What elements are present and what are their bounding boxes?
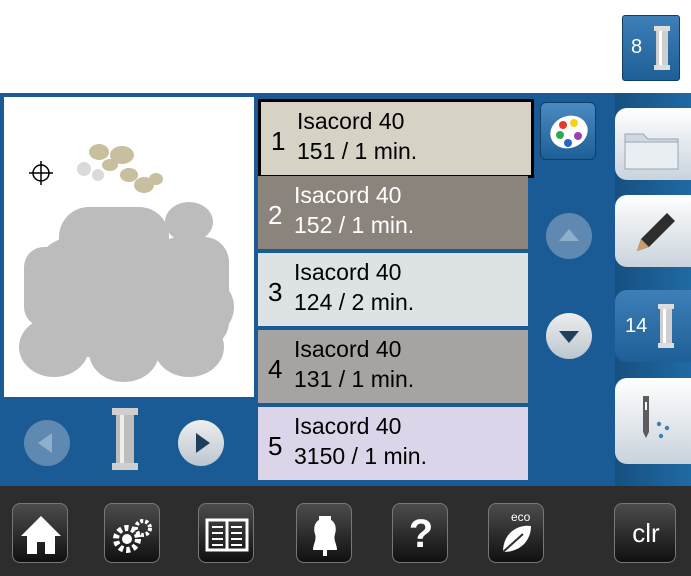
pencil-icon (637, 213, 675, 251)
thread-index: 5 (268, 431, 283, 461)
thread-row-4[interactable]: 4 Isacord 40 131 / 1 min. (258, 330, 528, 403)
thread-detail: 151 / 1 min. (297, 138, 418, 164)
thread-detail: 124 / 2 min. (294, 289, 415, 315)
thread-count-label: 14 (625, 315, 648, 337)
thread-brand: Isacord 40 (294, 259, 402, 285)
thread-detail: 131 / 1 min. (294, 366, 415, 392)
dress-form-icon (313, 516, 337, 556)
thread-detail: 152 / 1 min. (294, 212, 415, 238)
folder-icon (624, 133, 679, 170)
arrow-right-icon (196, 433, 210, 453)
spool-icon (658, 304, 674, 348)
arrow-down-icon (559, 331, 579, 343)
embroidery-design-image (19, 144, 234, 382)
scroll-up-button[interactable] (546, 213, 592, 259)
crosshair-icon (29, 161, 53, 185)
clear-button[interactable]: clr (614, 503, 676, 563)
spool-icon (654, 26, 670, 70)
thread-brand: Isacord 40 (294, 413, 402, 439)
clr-label: clr (632, 518, 660, 548)
home-icon (21, 516, 61, 554)
thread-spool-button[interactable]: 8 (622, 15, 680, 81)
arrow-up-icon (559, 229, 579, 241)
thread-index: 2 (268, 200, 283, 230)
tab-thread-colors[interactable]: 14 (615, 290, 691, 362)
help-button[interactable]: ? (392, 503, 448, 563)
arrow-left-icon (38, 433, 52, 453)
previous-color-button[interactable] (24, 420, 70, 466)
gear-icon (113, 519, 152, 553)
thread-row-3[interactable]: 3 Isacord 40 124 / 2 min. (258, 253, 528, 326)
settings-button[interactable] (104, 503, 160, 563)
thread-brand: Isacord 40 (294, 182, 402, 208)
thread-index: 3 (268, 277, 283, 307)
thread-row-2[interactable]: 2 Isacord 40 152 / 1 min. (258, 176, 528, 249)
eco-button[interactable]: eco (488, 503, 544, 563)
tab-edit[interactable] (615, 195, 691, 267)
book-icon (205, 518, 249, 552)
thread-index: 1 (271, 126, 286, 156)
tutorial-button[interactable] (198, 503, 254, 563)
color-palette-button[interactable] (540, 102, 596, 160)
thread-number-label: 8 (631, 36, 643, 58)
spool-icon (112, 408, 138, 470)
needle-icon (643, 396, 670, 439)
tab-open-folder[interactable] (615, 108, 691, 180)
scroll-down-button[interactable] (546, 313, 592, 359)
thread-detail: 3150 / 1 min. (294, 443, 427, 469)
creative-consultant-button[interactable] (296, 503, 352, 563)
design-preview[interactable] (4, 97, 254, 397)
palette-icon (550, 115, 588, 149)
thread-row-1[interactable]: 1 Isacord 40 151 / 1 min. (258, 99, 534, 178)
eco-label: eco (511, 510, 531, 524)
thread-brand: Isacord 40 (294, 336, 402, 362)
thread-brand: Isacord 40 (297, 108, 405, 134)
tab-stitch[interactable] (615, 378, 691, 464)
next-color-button[interactable] (178, 420, 224, 466)
home-button[interactable] (12, 503, 68, 563)
thread-row-5[interactable]: 5 Isacord 40 3150 / 1 min. (258, 407, 528, 480)
help-label: ? (408, 512, 434, 556)
thread-index: 4 (268, 354, 283, 384)
